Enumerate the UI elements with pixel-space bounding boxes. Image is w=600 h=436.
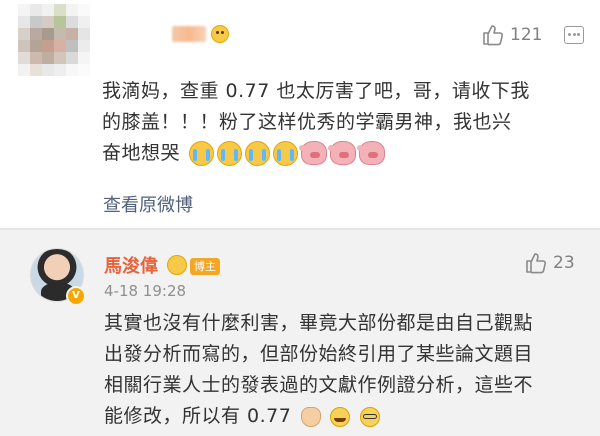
pig-crying-icon	[327, 141, 356, 165]
like-count: 23	[553, 253, 575, 273]
reply-line: 能修改，所以有 0.77	[104, 405, 292, 427]
comment-line: 的膝盖！！！粉了这样优秀的学霸男神，我也兴	[102, 111, 512, 133]
comment-line: 奋地想哭	[102, 142, 181, 164]
reply-line: 相關行業人士的發表過的文獻作例證分析，這些不	[104, 374, 534, 396]
pig-crying-icon	[298, 141, 327, 165]
clapping-hands-icon	[300, 406, 321, 427]
pig-crying-icon	[356, 141, 385, 165]
thumbs-up-icon	[483, 25, 504, 46]
view-original-weibo-link[interactable]: 查看原微博	[103, 191, 193, 217]
crying-face-icon	[188, 141, 214, 166]
emoji-row	[188, 141, 385, 166]
crying-face-icon	[244, 141, 270, 166]
comment-line: 我滴妈，查重 0.77 也太厉害了吧，哥，请收下我	[102, 80, 530, 102]
verified-badge-icon: V	[66, 286, 86, 306]
author-name[interactable]: 馬浚偉	[104, 252, 158, 278]
username-blurred[interactable]	[172, 26, 206, 42]
like-count: 121	[510, 25, 543, 45]
avatar-blurred[interactable]	[18, 4, 90, 76]
vip-icon	[167, 255, 187, 275]
like-button[interactable]: 121	[482, 24, 542, 46]
crying-face-icon	[272, 141, 298, 166]
comment-text: 我滴妈，查重 0.77 也太厉害了吧，哥，请收下我 的膝盖！！！粉了这样优秀的学…	[102, 76, 530, 169]
blogger-badge: 博主	[190, 258, 220, 275]
comment-line-with-emoji: 奋地想哭	[102, 138, 530, 169]
like-button[interactable]: 23	[525, 252, 575, 274]
timestamp: 4-18 19:28	[104, 282, 187, 300]
reply-text: 其實也沒有什麼利害，畢竟大部份都是由自己觀點 出發分析而寫的，但部份始終引用了某…	[104, 308, 533, 432]
smiley-icon	[211, 25, 229, 43]
reply-line: 出發分析而寫的，但部份始終引用了某些論文題目	[104, 343, 534, 365]
crying-face-icon	[216, 141, 242, 166]
comment-card-1: 121 我滴妈，查重 0.77 也太厉害了吧，哥，请收下我 的膝盖！！！粉了这样…	[0, 0, 600, 230]
laughing-face-icon	[330, 406, 351, 427]
reply-line-with-emoji: 能修改，所以有 0.77	[104, 401, 533, 432]
reply-line: 其實也沒有什麼利害，畢竟大部份都是由自己觀點	[104, 312, 534, 334]
glasses-face-icon	[360, 406, 380, 427]
more-options-icon[interactable]	[564, 26, 584, 44]
thumbs-up-icon	[526, 253, 547, 274]
